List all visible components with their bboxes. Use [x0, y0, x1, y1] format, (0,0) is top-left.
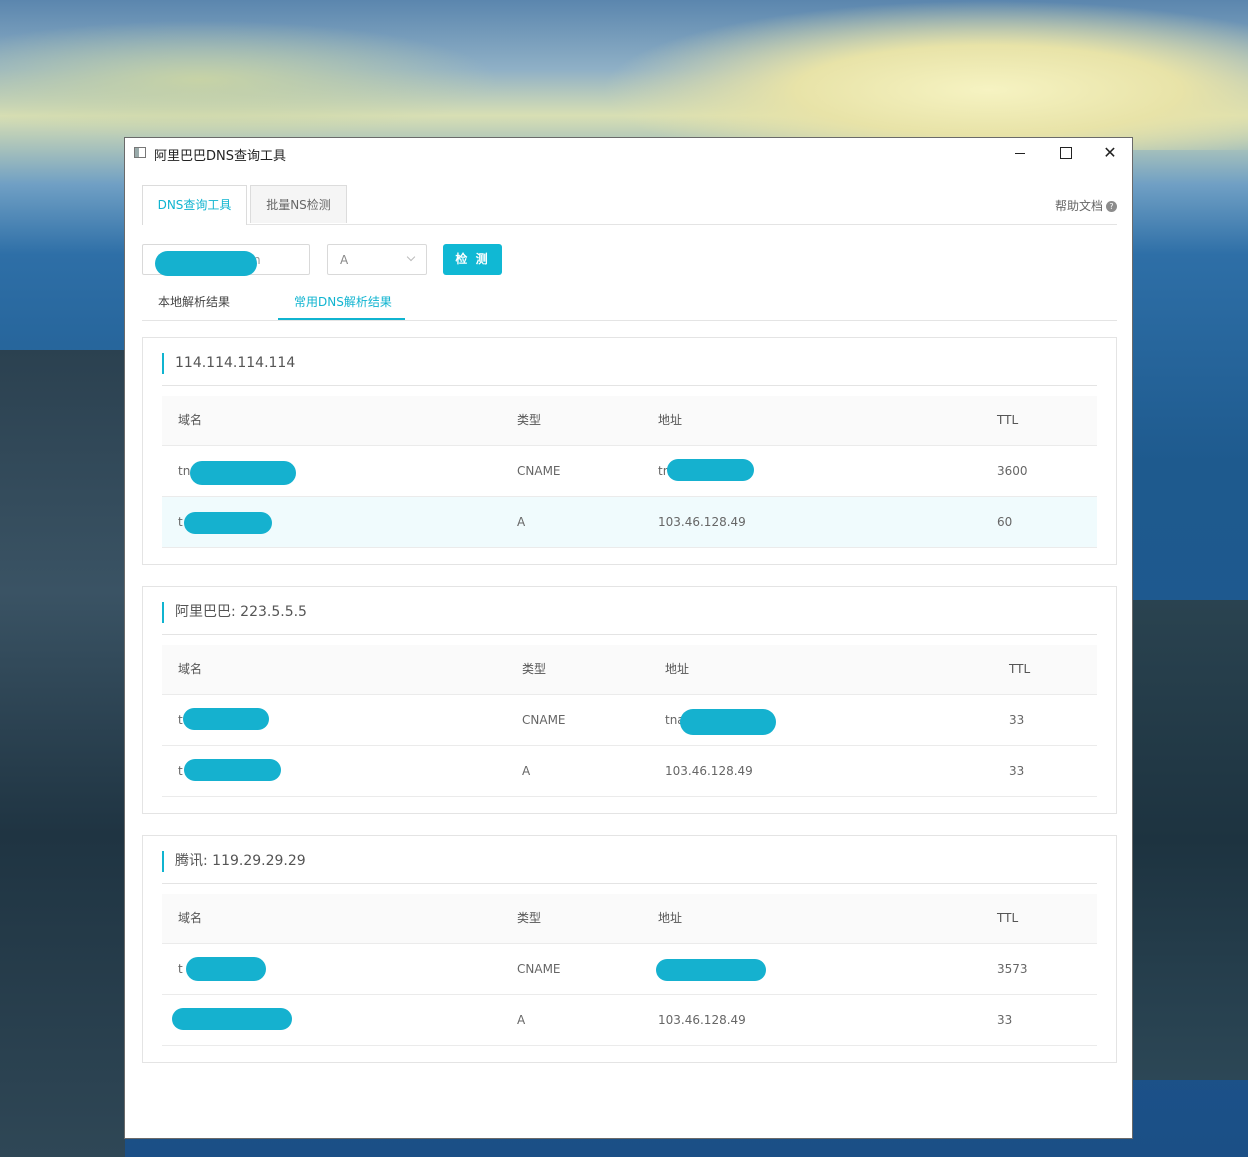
cell-type: CNAME: [517, 962, 561, 976]
app-window: 阿里巴巴DNS查询工具 ✕ DNS查询工具 批量NS检测 帮助文档? n A 检…: [124, 137, 1133, 1139]
tab-common-dns-results[interactable]: 常用DNS解析结果: [294, 293, 392, 310]
column-header-type: 类型: [517, 413, 542, 427]
cell-type: A: [517, 515, 526, 529]
column-header-domain: 域名: [178, 911, 203, 925]
chevron-down-icon: [406, 252, 416, 262]
table-row[interactable]: cp.vip A 103.46.128.49 33: [162, 995, 1097, 1046]
domain-input[interactable]: n: [142, 244, 310, 276]
background-rocks-right: [1133, 600, 1248, 1080]
column-header-type: 类型: [517, 911, 542, 925]
redaction-mark: [680, 709, 776, 735]
check-button[interactable]: 检 测: [443, 244, 502, 275]
record-type-select[interactable]: A: [327, 244, 427, 275]
maximize-icon: [1060, 147, 1072, 159]
tab-batch-ns[interactable]: 批量NS检测: [250, 185, 347, 223]
table-row[interactable]: t c.wicp.vip A 103.46.128.49 60: [162, 497, 1097, 548]
dns-server-card: 腾讯: 119.29.29.29 域名 类型 地址 TTL t a.cn CNA…: [142, 835, 1117, 1063]
cell-type: A: [517, 1013, 526, 1027]
dns-server-card: 114.114.114.114 域名 类型 地址 TTL tn CNAME tn…: [142, 337, 1117, 565]
redaction-mark: [184, 759, 281, 781]
redaction-mark: [184, 512, 272, 534]
table-row[interactable]: t a.cn CNAME icp.vip 3573: [162, 944, 1097, 995]
cell-type: CNAME: [517, 464, 561, 478]
minimize-button[interactable]: [997, 138, 1043, 168]
column-header-address: 地址: [658, 413, 683, 427]
redaction-mark: [155, 251, 257, 276]
help-docs-label: 帮助文档: [1054, 199, 1103, 213]
cell-ttl: 33: [997, 1013, 1013, 1027]
background-rocks-left: [0, 350, 125, 1157]
background-clouds: [0, 20, 500, 140]
server-title: 阿里巴巴: 223.5.5.5: [162, 602, 307, 623]
server-title: 114.114.114.114: [162, 353, 295, 374]
divider: [162, 883, 1097, 884]
results-table: 域名 类型 地址 TTL t a.cn CNAME tna icp.vip 33…: [162, 645, 1097, 797]
table-header: 域名 类型 地址 TTL: [162, 396, 1097, 446]
cell-ttl: 33: [1009, 713, 1025, 727]
table-row[interactable]: t a.cn CNAME tna icp.vip 33: [162, 695, 1097, 746]
cell-address: 103.46.128.49: [658, 515, 746, 529]
background-clouds-bright: [600, 0, 1248, 150]
redaction-mark: [172, 1008, 292, 1030]
redaction-mark: [656, 959, 766, 981]
cell-ttl: 60: [997, 515, 1013, 529]
redaction-mark: [667, 459, 754, 481]
redaction-mark: [190, 461, 296, 485]
close-button[interactable]: ✕: [1087, 138, 1133, 168]
table-row[interactable]: tn CNAME tn c.wicp.vip 3600: [162, 446, 1097, 497]
column-header-ttl: TTL: [997, 413, 1019, 427]
cell-address: 103.46.128.49: [665, 764, 753, 778]
divider: [162, 634, 1097, 635]
cell-ttl: 33: [1009, 764, 1025, 778]
table-header: 域名 类型 地址 TTL: [162, 894, 1097, 944]
tab-local-results[interactable]: 本地解析结果: [158, 293, 230, 310]
redaction-mark: [186, 957, 266, 981]
help-docs-link[interactable]: 帮助文档?: [1055, 197, 1117, 214]
column-header-address: 地址: [658, 911, 683, 925]
app-icon: [134, 147, 146, 158]
column-header-type: 类型: [522, 662, 547, 676]
cell-ttl: 3600: [997, 464, 1028, 478]
divider: [162, 385, 1097, 386]
window-title: 阿里巴巴DNS查询工具: [154, 149, 286, 164]
cell-address: 103.46.128.49: [658, 1013, 746, 1027]
record-type-value: A: [340, 253, 349, 267]
column-header-ttl: TTL: [1009, 662, 1031, 676]
cell-type: A: [522, 764, 531, 778]
column-header-domain: 域名: [178, 413, 203, 427]
column-header-domain: 域名: [178, 662, 203, 676]
active-tab-indicator: [278, 318, 405, 320]
help-icon: ?: [1106, 201, 1117, 212]
cell-domain: tn: [178, 464, 191, 478]
title-bar[interactable]: 阿里巴巴DNS查询工具 ✕: [125, 138, 1132, 168]
column-header-ttl: TTL: [997, 911, 1019, 925]
table-header: 域名 类型 地址 TTL: [162, 645, 1097, 695]
table-row[interactable]: t wicp.vip A 103.46.128.49 33: [162, 746, 1097, 797]
cell-type: CNAME: [522, 713, 566, 727]
tab-dns-query[interactable]: DNS查询工具: [142, 185, 247, 225]
minimize-icon: [1015, 153, 1025, 154]
maximize-button[interactable]: [1042, 138, 1088, 168]
redaction-mark: [183, 708, 269, 730]
server-title: 腾讯: 119.29.29.29: [162, 851, 306, 872]
dns-server-card: 阿里巴巴: 223.5.5.5 域名 类型 地址 TTL t a.cn CNAM…: [142, 586, 1117, 814]
cell-ttl: 3573: [997, 962, 1028, 976]
close-icon: ✕: [1103, 143, 1117, 162]
results-table: 域名 类型 地址 TTL t a.cn CNAME icp.vip 3573: [162, 894, 1097, 1046]
column-header-address: 地址: [665, 662, 690, 676]
main-tab-bar: DNS查询工具 批量NS检测 帮助文档?: [142, 185, 1117, 225]
result-tab-bar: 本地解析结果 常用DNS解析结果: [142, 288, 1117, 321]
results-table: 域名 类型 地址 TTL tn CNAME tn c.wicp.vip 3600…: [162, 396, 1097, 548]
